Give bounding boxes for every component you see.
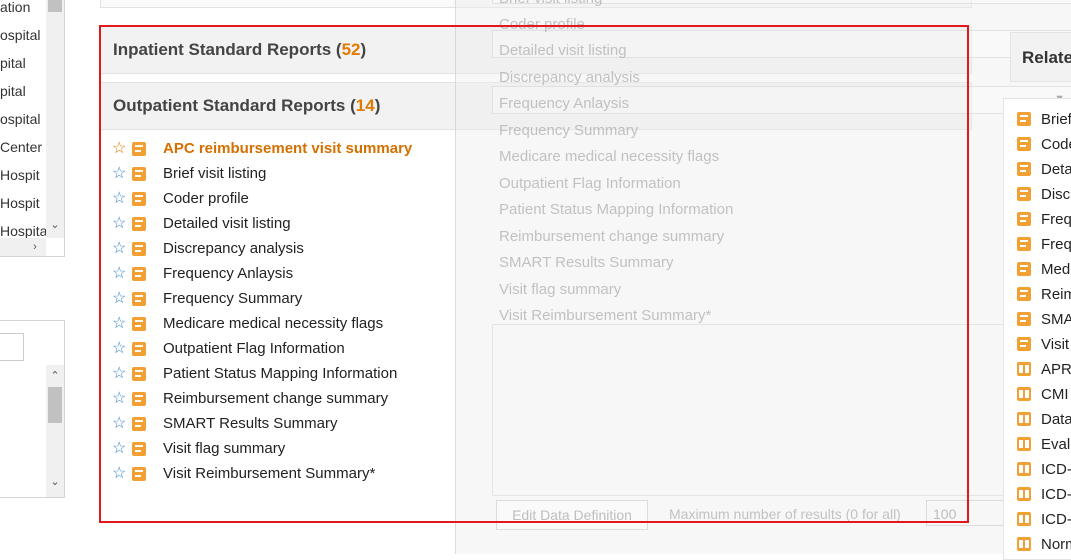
facility-list[interactable]: ation ospital pital pital ospital Center Hospi… <box>0 0 65 257</box>
related-item-label: Deta <box>1041 160 1071 178</box>
related-item[interactable]: Brief <box>1017 108 1071 130</box>
chevron-right-icon[interactable]: › <box>26 240 44 254</box>
ghost-item: Brief visit listing <box>499 0 602 7</box>
report-icon <box>1017 262 1031 276</box>
related-item-label: APR <box>1041 360 1071 378</box>
related-item[interactable]: ICD- <box>1017 483 1071 505</box>
facility-item[interactable]: Center <box>0 139 42 155</box>
related-item-label: Evalu <box>1041 435 1071 453</box>
facility-item[interactable]: Hospit <box>0 167 40 183</box>
related-item[interactable]: Evalu <box>1017 433 1071 455</box>
chevron-down-icon[interactable]: ⌄ <box>46 475 64 489</box>
report-icon <box>1017 212 1031 226</box>
related-list: Brief Code Deta Disc Freq Freq Medi Reim SMA Visi… <box>1003 98 1071 560</box>
secondary-list-vscroll[interactable]: ⌃ ⌄ <box>46 365 64 497</box>
related-item[interactable]: Data <box>1017 408 1071 430</box>
facility-list-vscroll[interactable]: ⌄ <box>46 0 64 238</box>
related-item[interactable]: Disc <box>1017 183 1070 205</box>
related-item[interactable]: ICD- <box>1017 458 1071 480</box>
report-icon <box>1017 162 1031 176</box>
related-item-label: Reim <box>1041 285 1071 303</box>
report-icon <box>1017 137 1031 151</box>
facility-item-label: ation <box>0 0 31 15</box>
facility-item-label: ospital <box>0 27 41 43</box>
facility-item[interactable]: ation <box>0 0 30 15</box>
book-icon <box>1017 362 1031 376</box>
related-item[interactable]: ICD- <box>1017 508 1071 530</box>
related-item-label: Medi <box>1041 260 1071 278</box>
related-item-label: Code <box>1041 135 1071 153</box>
facility-item[interactable]: Hospit <box>0 195 40 211</box>
related-panel-header: Relate <box>1010 32 1071 82</box>
chevron-up-icon[interactable]: ⌃ <box>46 369 64 383</box>
scroll-thumb[interactable] <box>48 387 62 423</box>
report-icon <box>1017 312 1031 326</box>
secondary-list-panel: ⌃ ⌄ <box>0 320 65 498</box>
related-item-label: ICD- <box>1041 510 1071 528</box>
book-icon <box>1017 412 1031 426</box>
facility-item-label: pital <box>0 83 26 99</box>
facility-item-label: pital <box>0 55 26 71</box>
report-icon <box>1017 337 1031 351</box>
report-icon <box>1017 287 1031 301</box>
book-icon <box>1017 537 1031 551</box>
related-item-label: Visit <box>1041 335 1070 353</box>
related-item-label: CMI <box>1041 385 1069 403</box>
facility-item[interactable]: Hospita <box>0 223 47 239</box>
facility-item-label: Hospit <box>0 195 40 211</box>
facility-item-label: Center <box>0 139 43 155</box>
related-title: Relate <box>1022 48 1071 67</box>
facility-item[interactable]: ospital <box>0 111 40 127</box>
related-item-label: ICD- <box>1041 460 1071 478</box>
facility-item-label: ospital <box>0 111 41 127</box>
book-icon <box>1017 512 1031 526</box>
related-item[interactable]: Medi <box>1017 258 1071 280</box>
related-item[interactable]: Freq <box>1017 208 1071 230</box>
book-icon <box>1017 462 1031 476</box>
book-icon <box>1017 387 1031 401</box>
facility-item[interactable]: pital <box>0 55 26 71</box>
related-item-label: SMA <box>1041 310 1071 328</box>
related-item-label: Brief <box>1041 110 1071 128</box>
book-icon <box>1017 487 1031 501</box>
related-item[interactable]: Freq <box>1017 233 1071 255</box>
report-icon <box>1017 112 1031 126</box>
related-item[interactable]: APR <box>1017 358 1071 380</box>
facility-item-label: Hospit <box>0 167 40 183</box>
facility-item[interactable]: ospital <box>0 27 40 43</box>
scroll-thumb[interactable] <box>48 0 62 12</box>
selection-highlight <box>99 25 969 523</box>
related-item-label: Disc <box>1041 185 1071 203</box>
report-icon <box>1017 237 1031 251</box>
related-item[interactable]: Visit <box>1017 333 1069 355</box>
related-item-label: ICD- <box>1041 485 1071 503</box>
filter-input[interactable] <box>0 333 24 361</box>
related-item[interactable]: Reim <box>1017 283 1071 305</box>
related-item-label: Freq <box>1041 235 1071 253</box>
related-item[interactable]: Deta <box>1017 158 1071 180</box>
facility-list-hscroll[interactable]: › <box>0 238 46 256</box>
related-item-label: Data <box>1041 410 1071 428</box>
book-icon <box>1017 437 1031 451</box>
related-item[interactable]: Code <box>1017 133 1071 155</box>
related-item-label: Freq <box>1041 210 1071 228</box>
related-item[interactable]: SMA <box>1017 308 1071 330</box>
related-item[interactable]: Norm <box>1017 533 1071 555</box>
report-icon <box>1017 187 1031 201</box>
related-item[interactable]: CMI <box>1017 383 1069 405</box>
chevron-down-icon[interactable]: ⌄ <box>46 218 64 232</box>
facility-item-label: Hospita <box>0 223 48 239</box>
facility-item[interactable]: pital <box>0 83 26 99</box>
